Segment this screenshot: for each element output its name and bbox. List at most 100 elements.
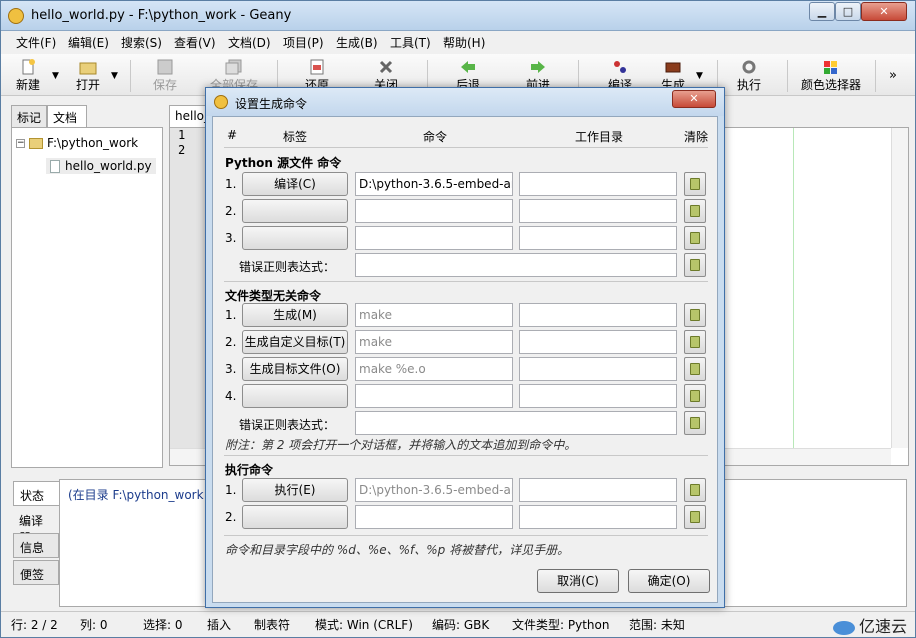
python-row2-workdir-input[interactable] [519, 199, 677, 223]
clear-icon [690, 390, 700, 402]
toolbar-overflow-button[interactable]: » [889, 68, 897, 83]
python-compile-command-input[interactable]: D:\python-3.6.5-embed-ar [355, 172, 513, 196]
execute-command-input[interactable]: D:\python-3.6.5-embed-ar [355, 478, 513, 502]
row-number: 1. [225, 483, 237, 497]
clear-row-button[interactable] [684, 172, 706, 196]
custom-target-label-button[interactable]: 生成自定义目标(T) [242, 330, 348, 354]
exec-row2-workdir-input[interactable] [519, 505, 677, 529]
tab-compiler[interactable]: 编译器 [13, 507, 59, 545]
menu-help[interactable]: 帮助(H) [443, 34, 485, 51]
status-filetype: 文件类型: Python [512, 618, 610, 632]
editor-tab[interactable]: hello_ [169, 105, 209, 127]
menu-search[interactable]: 搜索(S) [121, 34, 162, 51]
clear-icon [690, 336, 700, 348]
custom-target-workdir-input[interactable] [519, 330, 677, 354]
close-window-button[interactable]: ✕ [861, 2, 907, 21]
independent-section-title: 文件类型无关命令 [225, 289, 322, 303]
python-row3-workdir-input[interactable] [519, 226, 677, 250]
clear-row-button[interactable] [684, 357, 706, 381]
object-file-workdir-input[interactable] [519, 357, 677, 381]
object-file-label-button[interactable]: 生成目标文件(O) [242, 357, 348, 381]
python-regex-input[interactable] [355, 253, 677, 277]
open-button[interactable]: 打开 [71, 56, 105, 94]
menu-build[interactable]: 生成(B) [336, 34, 378, 51]
python-row2-label-button[interactable] [242, 199, 348, 223]
execute-label-button[interactable]: 执行(E) [242, 478, 348, 502]
build-dropdown-arrow[interactable]: ▼ [696, 71, 703, 81]
exec-row2-label-button[interactable] [242, 505, 348, 529]
python-row3-command-input[interactable] [355, 226, 513, 250]
clear-row-button[interactable] [684, 411, 706, 435]
menu-project[interactable]: 项目(P) [283, 34, 324, 51]
sidebar: 标记 文档 − F:\python_work hello_world.py [9, 105, 165, 468]
menu-bar: 文件(F) 编辑(E) 搜索(S) 查看(V) 文档(D) 项目(P) 生成(B… [1, 31, 915, 53]
tab-symbols[interactable]: 标记 [11, 105, 47, 127]
cancel-button[interactable]: 取消(C) [537, 569, 619, 593]
open-dropdown-arrow[interactable]: ▼ [111, 71, 118, 81]
tab-scribble[interactable]: 便签 [13, 560, 59, 585]
new-dropdown-arrow[interactable]: ▼ [52, 71, 59, 81]
independent-regex-label: 错误正则表达式： [239, 418, 336, 432]
independent-regex-input[interactable] [355, 411, 677, 435]
menu-file[interactable]: 文件(F) [16, 34, 56, 51]
save-disk-icon [157, 59, 173, 75]
dialog-title: 设置生成命令 [235, 97, 308, 111]
indep-row4-workdir-input[interactable] [519, 384, 677, 408]
python-compile-label-button[interactable]: 编译(C) [242, 172, 348, 196]
color-palette-icon [824, 61, 837, 74]
minimize-button[interactable]: ▁ [809, 2, 835, 21]
color-chooser-button[interactable]: 颜色选择器 [799, 56, 863, 94]
tree-file-row[interactable]: hello_world.py [46, 158, 156, 174]
indep-row4-label-button[interactable] [242, 384, 348, 408]
geany-app-icon [8, 8, 24, 24]
divider [224, 455, 708, 456]
menu-view[interactable]: 查看(V) [174, 34, 216, 51]
collapse-icon[interactable]: − [16, 139, 25, 148]
build-label-button[interactable]: 生成(M) [242, 303, 348, 327]
header-workdir: 工作目录 [575, 130, 624, 144]
dialog-close-button[interactable]: ✕ [672, 90, 716, 108]
tree-folder-row[interactable]: − F:\python_work [16, 136, 138, 150]
save-button[interactable]: 保存 [148, 56, 182, 94]
python-row3-label-button[interactable] [242, 226, 348, 250]
exec-row2-command-input[interactable] [355, 505, 513, 529]
build-workdir-input[interactable] [519, 303, 677, 327]
row-number: 2. [225, 204, 237, 218]
clear-row-button[interactable] [684, 384, 706, 408]
clear-row-button[interactable] [684, 303, 706, 327]
clear-row-button[interactable] [684, 226, 706, 250]
forward-arrow-icon [531, 61, 545, 73]
status-scope: 范围: 未知 [629, 618, 685, 632]
row-number: 4. [225, 389, 237, 403]
indep-row4-command-input[interactable] [355, 384, 513, 408]
python-row2-command-input[interactable] [355, 199, 513, 223]
object-file-command-input[interactable]: make %e.o [355, 357, 513, 381]
tab-status[interactable]: 状态 [13, 481, 59, 506]
ok-button[interactable]: 确定(O) [628, 569, 710, 593]
maximize-button[interactable]: □ [835, 2, 861, 21]
custom-target-command-input[interactable]: make [355, 330, 513, 354]
compile-icon [614, 61, 626, 73]
row-number: 1. [225, 308, 237, 322]
tab-messages[interactable]: 信息 [13, 533, 59, 558]
clear-icon [690, 259, 700, 271]
python-compile-workdir-input[interactable] [519, 172, 677, 196]
build-command-input[interactable]: make [355, 303, 513, 327]
new-button[interactable]: 新建 [11, 56, 45, 94]
execute-button[interactable]: 执行 [732, 56, 766, 94]
clear-row-button[interactable] [684, 199, 706, 223]
clear-row-button[interactable] [684, 253, 706, 277]
clear-row-button[interactable] [684, 330, 706, 354]
menu-document[interactable]: 文档(D) [228, 34, 271, 51]
clear-icon [690, 363, 700, 375]
menu-tools[interactable]: 工具(T) [390, 34, 431, 51]
menu-edit[interactable]: 编辑(E) [68, 34, 109, 51]
clear-row-button[interactable] [684, 478, 706, 502]
clear-row-button[interactable] [684, 505, 706, 529]
vertical-scrollbar[interactable] [891, 128, 908, 448]
tab-documents[interactable]: 文档 [47, 105, 87, 128]
close-x-icon [379, 60, 393, 74]
dialog-title-bar: 设置生成命令 ✕ [206, 88, 724, 116]
execute-workdir-input[interactable] [519, 478, 677, 502]
note-second-item: 附注：第 2 项会打开一个对话框，并将输入的文本追加到命令中。 [225, 438, 577, 452]
